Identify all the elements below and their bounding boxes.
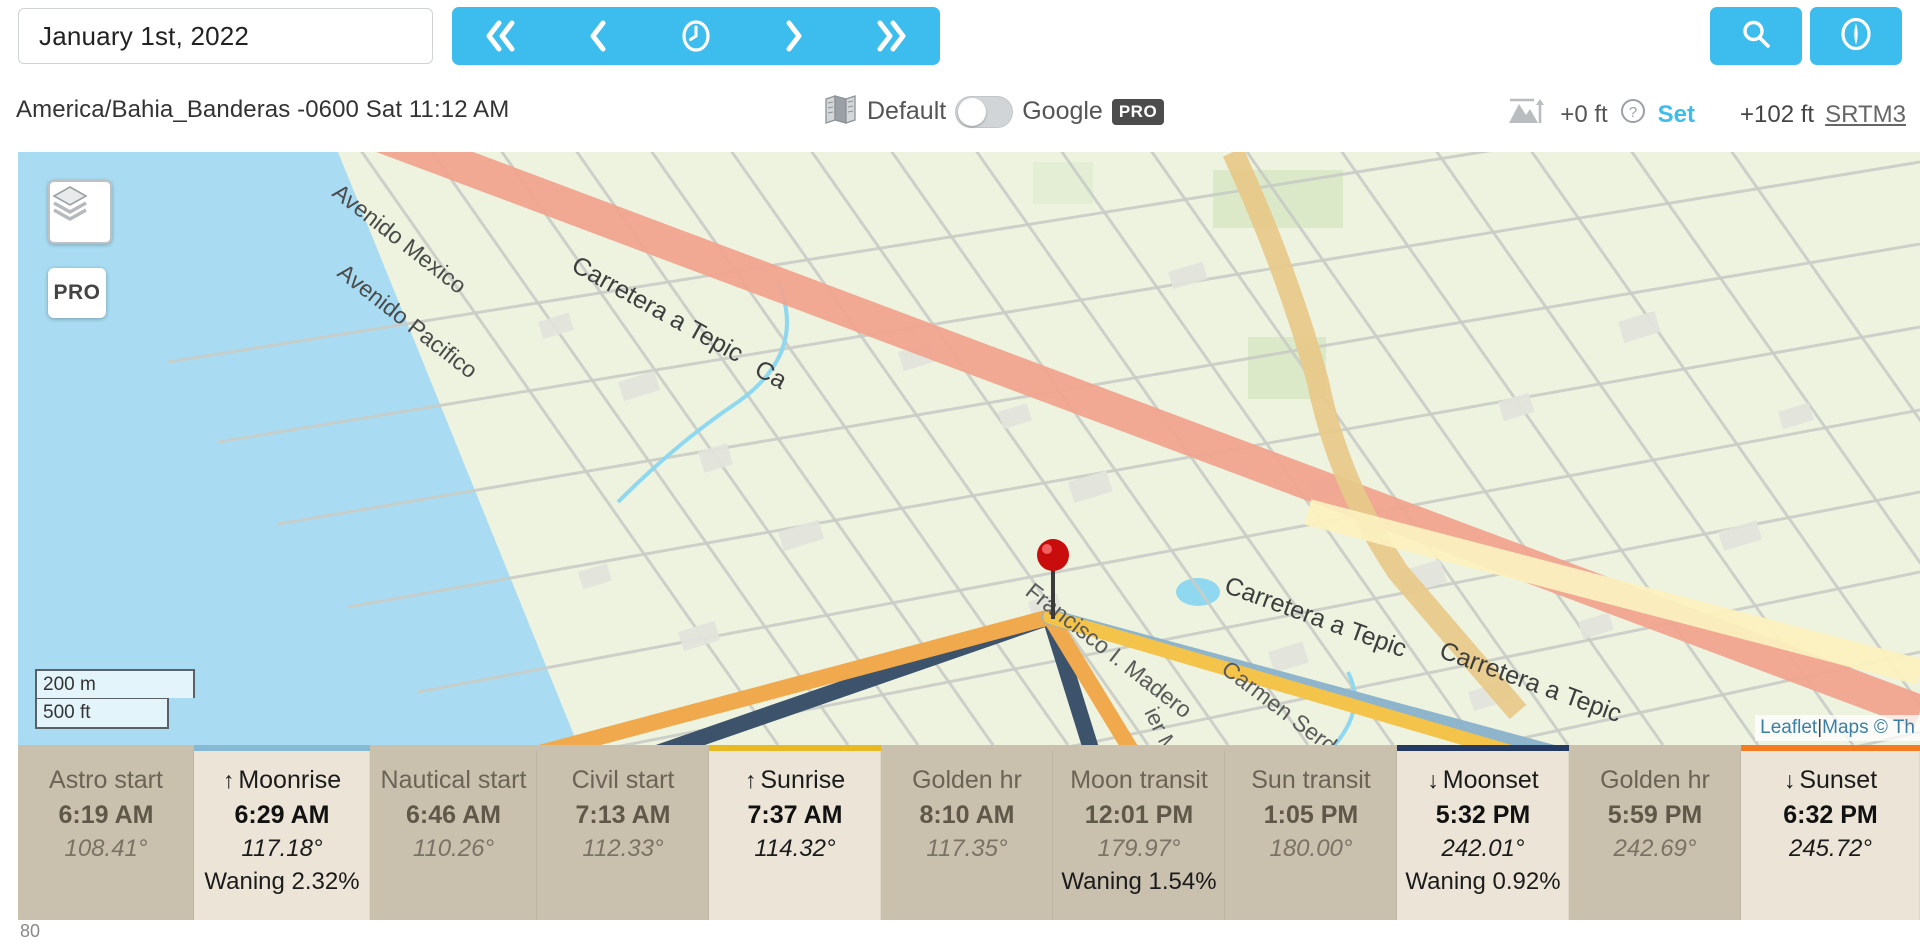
event-card-title: Civil start [571, 766, 675, 794]
time-nav-group [452, 7, 940, 65]
event-card[interactable]: Civil start 7:13 AM 112.33° [537, 745, 709, 920]
event-card[interactable]: Golden hr 8:10 AM 117.35° [881, 745, 1053, 920]
event-card-azimuth: 242.69° [1613, 835, 1697, 863]
event-card-time: 12:01 PM [1084, 801, 1194, 830]
current-time-button[interactable] [647, 7, 745, 65]
event-card-azimuth: 112.33° [582, 835, 664, 863]
arrow-up-icon: ↑ [222, 767, 235, 793]
event-card-title: Golden hr [912, 766, 1022, 794]
event-card-time: 1:05 PM [1263, 801, 1359, 830]
map-provider-switch[interactable] [955, 95, 1014, 128]
map-pin-icon[interactable] [1028, 537, 1078, 627]
event-card-azimuth: 114.32° [754, 835, 836, 863]
elevation-value: +102 ft [1740, 100, 1815, 128]
event-card-title: ↑ Moonrise [222, 766, 342, 794]
map-book-icon [824, 94, 858, 129]
compass-icon [1837, 15, 1875, 58]
event-card-azimuth: 242.01° [1441, 835, 1525, 863]
event-card-title: Nautical start [380, 766, 527, 794]
map-google-label: Google [1022, 97, 1103, 125]
elevation-source-link[interactable]: SRTM3 [1825, 101, 1906, 129]
step-back-button[interactable] [550, 7, 648, 65]
event-card-time: 8:10 AM [919, 801, 1015, 830]
event-card-title: ↑ Sunrise [744, 766, 846, 794]
arrow-down-icon: ↓ [1783, 767, 1796, 793]
event-card-title: ↓ Sunset [1783, 766, 1878, 794]
page-bottom-stub: 80 [20, 921, 41, 941]
compass-button[interactable] [1810, 7, 1902, 65]
search-button[interactable] [1710, 7, 1802, 65]
event-card-moon-phase: Waning 2.32% [204, 868, 360, 896]
scale-imperial-label: 500 ft [35, 698, 169, 729]
event-card-title: Moon transit [1070, 766, 1208, 794]
step-forward-button[interactable] [745, 7, 843, 65]
event-card-azimuth: 180.00° [1269, 835, 1353, 863]
elevation-group: +0 ft ? Set +102 ft SRTM3 [1507, 95, 1906, 134]
event-card-azimuth: 108.41° [64, 835, 148, 863]
event-card-time: 7:37 AM [747, 801, 843, 830]
event-card-moon-phase: Waning 1.54% [1061, 868, 1217, 896]
event-card-azimuth: 117.35° [926, 835, 1008, 863]
event-card-title: ↓ Moonset [1427, 766, 1539, 794]
sun-moon-events-strip: Astro start 6:19 AM 108.41° ↑ Moonrise 6:29 A… [18, 745, 1920, 920]
jump-back-button[interactable] [452, 7, 550, 65]
event-card-time: 6:29 AM [234, 801, 330, 830]
info-subbar: America/Bahia_Banderas -0600 Sat 11:12 A… [0, 78, 1920, 152]
switch-knob [958, 97, 987, 126]
event-card-time: 6:19 AM [58, 801, 154, 830]
map-provider-toggle[interactable]: Default Google PRO [824, 94, 1165, 129]
event-card-azimuth: 245.72° [1788, 835, 1872, 863]
map-street-labels: Avenido MexicoAvenido Pacifico Carretera … [328, 178, 1625, 745]
maps-credit-link[interactable]: Maps © Th [1822, 717, 1915, 738]
event-card-moon-phase: Waning 0.92% [1405, 868, 1561, 896]
jump-forward-button[interactable] [842, 7, 940, 65]
street-label: Carretera a Tepic [1221, 571, 1410, 663]
map-scale-bar: 200 m 500 ft [35, 668, 195, 729]
date-input[interactable]: January 1st, 2022 [18, 8, 433, 64]
event-card[interactable]: ↑ Sunrise 7:37 AM 114.32° [709, 745, 881, 920]
event-card-time: 7:13 AM [575, 801, 671, 830]
arrow-up-icon: ↑ [744, 767, 757, 793]
event-card[interactable]: Astro start 6:19 AM 108.41° [18, 745, 194, 920]
timezone-label: America/Bahia_Banderas -0600 Sat 11:12 A… [16, 96, 510, 123]
event-card-time: 5:32 PM [1435, 801, 1531, 830]
street-label: Carretera a Tepic [567, 251, 748, 368]
event-card-azimuth: 117.18° [241, 835, 323, 863]
event-card[interactable]: Sun transit 1:05 PM 180.00° [1225, 745, 1397, 920]
event-card-time: 6:32 PM [1783, 801, 1878, 830]
scale-metric-label: 200 m [35, 668, 195, 699]
mountain-elevation-icon [1507, 95, 1549, 134]
event-card[interactable]: ↑ Moonrise 6:29 AM 117.18° Waning 2.32% [194, 745, 370, 920]
top-toolbar: January 1st, 2022 [0, 0, 1920, 78]
event-card-title: Sun transit [1251, 766, 1371, 794]
event-card[interactable]: Nautical start 6:46 AM 110.26° [370, 745, 537, 920]
street-label: Carmen Serdá [1217, 655, 1352, 745]
event-card-title: Astro start [49, 766, 163, 794]
street-label: Ca [750, 355, 792, 395]
event-card-time: 5:59 PM [1607, 801, 1703, 830]
leaflet-link[interactable]: Leaflet [1760, 717, 1817, 738]
map-default-label: Default [867, 97, 947, 125]
pro-badge[interactable]: PRO [1111, 98, 1165, 125]
top-right-buttons [1710, 7, 1902, 65]
event-card[interactable]: ↓ Moonset 5:32 PM 242.01° Waning 0.92% [1397, 745, 1569, 920]
event-card[interactable]: Moon transit 12:01 PM 179.97° Waning 1.54% [1053, 745, 1225, 920]
map-layers-button[interactable] [48, 180, 112, 244]
map-pro-button[interactable]: PRO [48, 268, 106, 318]
event-card-azimuth: 110.26° [412, 835, 495, 863]
event-card-title: Golden hr [1600, 766, 1710, 794]
street-label: Carretera a Tepic [1436, 636, 1625, 728]
search-icon [1739, 17, 1773, 56]
event-card[interactable]: Golden hr 5:59 PM 242.69° [1569, 745, 1741, 920]
svg-text:?: ? [1629, 104, 1637, 121]
map-attribution: Leaflet|Maps © Th [1755, 715, 1920, 741]
event-card-time: 6:46 AM [406, 801, 501, 830]
set-elevation-link[interactable]: Set [1658, 101, 1695, 129]
map-canvas[interactable]: Avenido Mexico Avenido Pacifico Carretera … [18, 152, 1920, 745]
elevation-offset-value: +0 ft [1560, 100, 1608, 128]
arrow-down-icon: ↓ [1427, 767, 1439, 793]
question-mark-icon[interactable]: ? [1619, 97, 1647, 132]
event-card-azimuth: 179.97° [1097, 835, 1181, 863]
event-card[interactable]: ↓ Sunset 6:32 PM 245.72° [1741, 745, 1920, 920]
